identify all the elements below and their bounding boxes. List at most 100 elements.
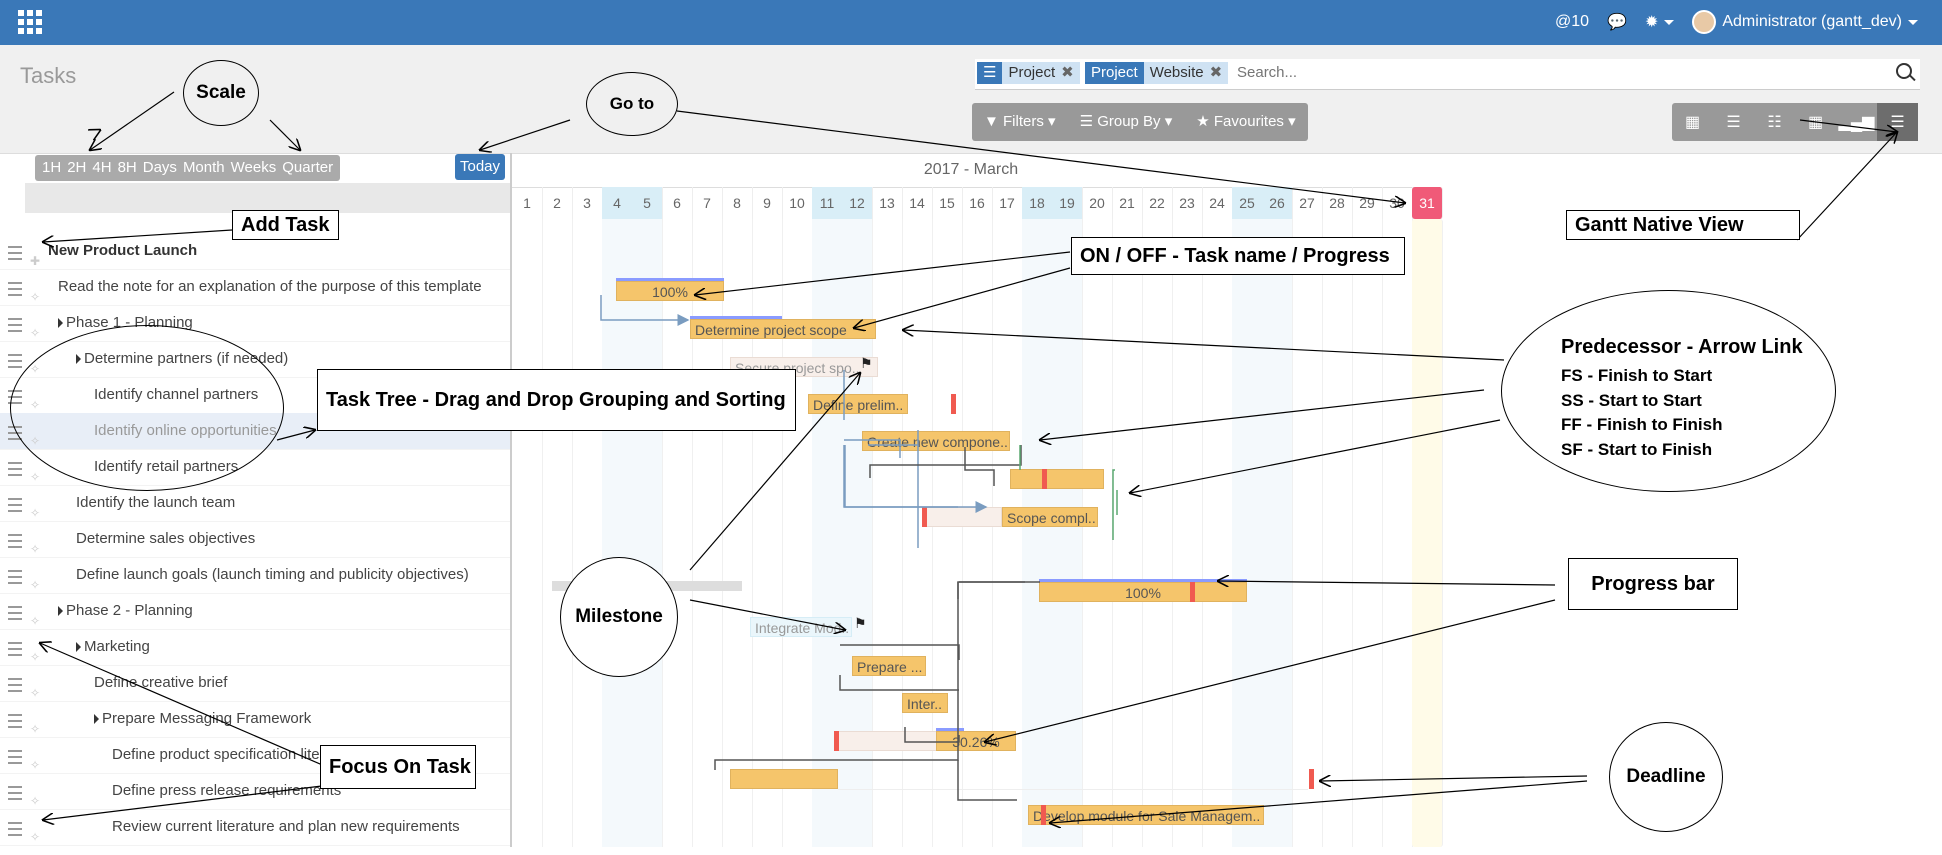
task-bar[interactable]: 100%: [1039, 582, 1247, 602]
day-column: [1142, 219, 1173, 847]
drag-handle-icon[interactable]: [8, 534, 22, 548]
day-header-cell: 18: [1022, 187, 1053, 219]
day-column: [1022, 219, 1053, 847]
day-column: [902, 219, 933, 847]
task-row[interactable]: ✧ Review current literature and plan new …: [0, 809, 510, 846]
day-column: [1352, 219, 1383, 847]
drag-handle-icon[interactable]: [8, 750, 22, 764]
focus-task-icon[interactable]: ✧: [30, 819, 40, 855]
graph-view-icon[interactable]: ▂▄▆: [1836, 103, 1877, 141]
task-name: Prepare Messaging Framework: [102, 710, 312, 727]
task-row[interactable]: ✧ Phase 2 - Planning: [0, 593, 510, 630]
day-column: [692, 219, 723, 847]
remove-facet-icon[interactable]: ✖: [1210, 64, 1223, 81]
search-options-bar: ▼ Filters ▾ ☰ Group By ▾ ★ Favourites ▾: [972, 103, 1308, 141]
task-bar[interactable]: Determine project scope: [690, 319, 876, 339]
day-column: [1262, 219, 1293, 847]
expand-icon[interactable]: [58, 606, 63, 617]
drag-handle-icon[interactable]: [8, 642, 22, 656]
task-row[interactable]: ✧ Marketing: [0, 629, 510, 666]
task-bar[interactable]: Prepare ...: [852, 656, 926, 676]
day-header-cell: 3: [572, 187, 603, 219]
calendar-view-icon[interactable]: ☷: [1754, 103, 1795, 141]
expand-icon[interactable]: [76, 642, 81, 653]
annotation-focus-on-task: Focus On Task: [320, 745, 476, 789]
drag-handle-icon[interactable]: [8, 354, 22, 368]
debug-icon[interactable]: ✹: [1645, 12, 1675, 32]
task-bar[interactable]: 30.26%: [936, 731, 1016, 751]
annotation-deadline: Deadline: [1609, 722, 1723, 832]
day-header-cell: 26: [1262, 187, 1293, 219]
search-icon[interactable]: [1896, 63, 1912, 79]
gantt-view-icon[interactable]: ☰: [1877, 103, 1918, 141]
drag-handle-icon[interactable]: [8, 246, 22, 260]
chat-icon[interactable]: 💬: [1607, 12, 1627, 32]
task-bar[interactable]: Define prelim..: [808, 394, 908, 414]
task-row[interactable]: ✧ Define launch goals (launch timing and …: [0, 557, 510, 594]
task-bar[interactable]: Scope compl..: [1002, 507, 1098, 527]
user-menu[interactable]: Administrator (gantt_dev): [1692, 10, 1918, 34]
search-facet-groupby[interactable]: ☰ Project ✖: [977, 62, 1080, 84]
drag-handle-icon[interactable]: [8, 498, 22, 512]
drag-handle-icon[interactable]: [8, 678, 22, 692]
drag-handle-icon[interactable]: [8, 786, 22, 800]
task-bar[interactable]: Develop module for Sale Managem..: [1028, 805, 1264, 825]
drag-handle-icon[interactable]: [8, 822, 22, 836]
today-button[interactable]: Today: [455, 154, 505, 180]
day-column: [872, 219, 903, 847]
day-column: [842, 219, 873, 847]
kanban-view-icon[interactable]: ▦: [1672, 103, 1713, 141]
task-bar[interactable]: Integrate Mod..: [750, 617, 852, 637]
annotation-on-off: ON / OFF - Task name / Progress: [1071, 237, 1405, 275]
drag-handle-icon[interactable]: [8, 462, 22, 476]
predecessor-sf: SF - Start to Finish: [1561, 439, 1713, 459]
drag-handle-icon[interactable]: [8, 570, 22, 584]
mentions-counter[interactable]: @10: [1555, 13, 1589, 31]
filters-button[interactable]: ▼ Filters ▾: [972, 103, 1068, 141]
task-bar[interactable]: [730, 769, 838, 789]
pivot-view-icon[interactable]: ▦: [1795, 103, 1836, 141]
task-bar[interactable]: [1010, 469, 1104, 489]
favourites-button[interactable]: ★ Favourites ▾: [1184, 103, 1307, 141]
task-bar[interactable]: Inter..: [902, 693, 948, 713]
search-input[interactable]: [1235, 63, 1839, 82]
task-bar[interactable]: Create new compone..: [862, 431, 1010, 451]
task-row[interactable]: ✧ Define creative brief: [0, 665, 510, 702]
drag-handle-icon[interactable]: [8, 318, 22, 332]
list-view-icon[interactable]: ☰: [1713, 103, 1754, 141]
drag-handle-icon[interactable]: [8, 714, 22, 728]
day-column: [722, 219, 753, 847]
expand-icon[interactable]: [94, 714, 99, 725]
scale-2h[interactable]: 2H: [64, 155, 89, 181]
scale-4h[interactable]: 4H: [89, 155, 114, 181]
task-name: Phase 2 - Planning: [66, 602, 193, 619]
task-name: Define press release requirements: [112, 782, 342, 799]
task-row[interactable]: ✧ Prepare Messaging Framework: [0, 701, 510, 738]
day-column: [1112, 219, 1143, 847]
task-bar[interactable]: 100%: [616, 281, 724, 301]
scale-weeks[interactable]: Weeks: [228, 155, 280, 181]
annotation-add-task: Add Task: [232, 210, 339, 240]
deadline-marker: [951, 394, 956, 414]
remove-facet-icon[interactable]: ✖: [1061, 64, 1074, 81]
drag-handle-icon[interactable]: [8, 282, 22, 296]
task-row[interactable]: ✧ Identify the launch team: [0, 485, 510, 522]
deadline-marker: [1042, 469, 1047, 489]
drag-handle-icon[interactable]: [8, 606, 22, 620]
task-row[interactable]: ✧ Determine sales objectives: [0, 521, 510, 558]
group-by-button[interactable]: ☰ Group By ▾: [1068, 103, 1185, 141]
task-tree-header: [25, 183, 510, 213]
task-row[interactable]: ✧ Read the note for an explanation of the…: [0, 269, 510, 306]
search-facet-project[interactable]: Project Website ✖: [1085, 62, 1229, 84]
scale-1h[interactable]: 1H: [39, 155, 64, 181]
day-column: [1292, 219, 1323, 847]
control-panel: Tasks ☰ Project ✖ Project Website ✖ ▼ Filt…: [0, 45, 1942, 154]
scale-month[interactable]: Month: [180, 155, 228, 181]
day-header-cell: 21: [1112, 187, 1143, 219]
scale-quarter[interactable]: Quarter: [279, 155, 336, 181]
apps-menu-icon[interactable]: [18, 10, 42, 34]
scale-days[interactable]: Days: [140, 155, 180, 181]
scale-8h[interactable]: 8H: [115, 155, 140, 181]
day-header-cell: 16: [962, 187, 993, 219]
expand-icon[interactable]: [58, 318, 63, 329]
